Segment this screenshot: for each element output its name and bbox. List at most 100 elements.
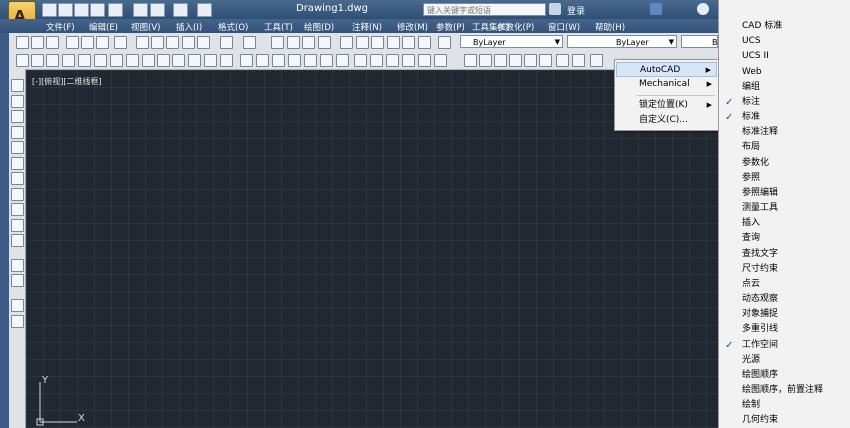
toolbar-menu-item[interactable]: 几何约束 [719, 413, 850, 428]
toolbar-menu-item[interactable]: UCS [719, 34, 850, 49]
justify-text-icon[interactable] [556, 54, 569, 67]
move-arrows-icon[interactable] [126, 54, 139, 67]
convert-text-icon[interactable] [572, 54, 585, 67]
tool-palettes-icon[interactable] [371, 36, 384, 49]
text-style-icon[interactable] [524, 54, 537, 67]
aligned-dim-icon[interactable] [354, 54, 367, 67]
help-icon[interactable] [697, 3, 709, 15]
toolbar-menu-item[interactable]: 点云 [719, 277, 850, 292]
properties-icon[interactable] [340, 36, 353, 49]
sheet-set-icon[interactable] [387, 36, 400, 49]
open-icon[interactable] [58, 3, 73, 17]
insert-block-icon[interactable] [11, 234, 24, 247]
workspace-icon[interactable] [197, 3, 212, 17]
mtext-icon[interactable] [479, 54, 492, 67]
circle-icon[interactable] [11, 157, 24, 170]
menu-edit[interactable]: 编辑(E) [89, 21, 118, 33]
zoom-realtime-icon[interactable] [287, 36, 300, 49]
menu-window[interactable]: 窗口(W) [548, 21, 580, 33]
binoculars-icon[interactable] [549, 3, 561, 15]
find-text-icon[interactable] [509, 54, 522, 67]
blend-icon[interactable] [304, 54, 317, 67]
menu-draw[interactable]: 绘图(D) [304, 21, 334, 33]
lineweight-dropdown[interactable]: B [681, 35, 718, 48]
toolbar-menu-item[interactable]: 尺寸约束 [719, 262, 850, 277]
menu-help[interactable]: 帮助(H) [595, 21, 625, 33]
toolbar-menu-item[interactable]: 动态观察 [719, 292, 850, 307]
chamfer-icon[interactable] [272, 54, 285, 67]
menu-item-customize[interactable]: 自定义(C)... [616, 113, 717, 128]
fillet-icon[interactable] [288, 54, 301, 67]
help-icon[interactable] [438, 36, 451, 49]
redo-icon[interactable] [243, 36, 256, 49]
3d-print-icon[interactable] [114, 36, 127, 49]
toolbar-menu-item[interactable]: 多重引线 [719, 322, 850, 337]
offset-icon[interactable] [62, 54, 75, 67]
toolbar-menu-item[interactable]: 光源 [719, 353, 850, 368]
menu-view[interactable]: 视图(V) [131, 21, 160, 33]
toolbar-menu-item[interactable]: 参数化 [719, 156, 850, 171]
text-icon[interactable] [464, 54, 477, 67]
radius-icon[interactable] [402, 54, 415, 67]
ordinate-icon[interactable] [386, 54, 399, 67]
menu-item-mechanical[interactable]: Mechanical ▶ [616, 77, 717, 92]
toolbar-menu-item[interactable]: 对象捕捉 [719, 307, 850, 322]
menu-format[interactable]: 格式(O) [218, 21, 248, 33]
menu-item-lock-location[interactable]: 锁定位置(K) ▶ [616, 98, 717, 113]
viewport-label[interactable]: [-][俯视][二维线框] [32, 76, 102, 87]
quickcalc-icon[interactable] [418, 36, 431, 49]
linear-dim-icon[interactable] [336, 54, 349, 67]
trim-icon[interactable] [188, 54, 201, 67]
erase-icon[interactable] [16, 54, 29, 67]
jogged-icon[interactable] [418, 54, 431, 67]
spell-check-icon[interactable] [590, 54, 603, 67]
toolbar-menu-item[interactable]: ✓ 工作空间 [719, 338, 850, 353]
toolbar-menu-item[interactable]: 查找文字 [719, 247, 850, 262]
toolbar-menu-item[interactable]: ✓ 标准 [719, 110, 850, 125]
toolbar-menu-item[interactable]: ✓ 标注 [719, 95, 850, 110]
save-icon[interactable] [74, 3, 89, 17]
copy-icon[interactable] [151, 36, 164, 49]
copy-object-icon[interactable] [31, 54, 44, 67]
publish-icon[interactable] [96, 36, 109, 49]
match-properties-icon[interactable] [182, 36, 195, 49]
menu-parametric[interactable]: 参数(P) [436, 21, 465, 33]
linetype-dropdown[interactable]: ByLayer ▼ [567, 35, 677, 48]
toolbar-menu-item[interactable]: CAD 标准 [719, 19, 850, 34]
spline-icon[interactable] [11, 188, 24, 201]
join-icon[interactable] [256, 54, 269, 67]
markup-icon[interactable] [402, 36, 415, 49]
break-at-point-icon[interactable] [220, 54, 233, 67]
ellipse-arc-icon[interactable] [11, 219, 24, 232]
line-icon[interactable] [11, 79, 24, 92]
menu-parametric-2[interactable]: 参数化(P) [497, 21, 534, 33]
edit-text-icon[interactable] [494, 54, 507, 67]
color-dropdown[interactable]: ByLayer ▼ [460, 35, 563, 48]
undo-icon[interactable] [150, 3, 165, 17]
arc-length-icon[interactable] [370, 54, 383, 67]
print-icon[interactable] [66, 36, 79, 49]
rectangle-icon[interactable] [11, 126, 24, 139]
diameter-icon[interactable] [434, 54, 447, 67]
design-center-icon[interactable] [356, 36, 369, 49]
toolbar-menu-item[interactable]: 插入 [719, 216, 850, 231]
rotate-arc-icon[interactable] [142, 54, 155, 67]
hatch-icon[interactable] [11, 274, 24, 287]
menu-modify[interactable]: 修改(M) [397, 21, 428, 33]
cut-icon[interactable] [136, 36, 149, 49]
table-icon[interactable] [11, 299, 24, 312]
preview-icon[interactable] [81, 36, 94, 49]
toolbar-menu-item[interactable]: 标准注释 [719, 125, 850, 140]
explode-icon[interactable] [320, 54, 333, 67]
rotate-icon[interactable] [110, 54, 123, 67]
toolbar-menu-item[interactable]: 参照 [719, 171, 850, 186]
zoom-window-icon[interactable] [302, 36, 315, 49]
toolbar-menu-item[interactable]: Web [719, 65, 850, 80]
open-icon[interactable] [31, 36, 44, 49]
scale-text-icon[interactable] [539, 54, 552, 67]
mirror-icon[interactable] [46, 54, 59, 67]
revision-cloud-icon[interactable] [11, 172, 24, 185]
paste-icon[interactable] [166, 36, 179, 49]
save-icon[interactable] [46, 36, 59, 49]
plot-preview-icon[interactable] [108, 3, 123, 17]
